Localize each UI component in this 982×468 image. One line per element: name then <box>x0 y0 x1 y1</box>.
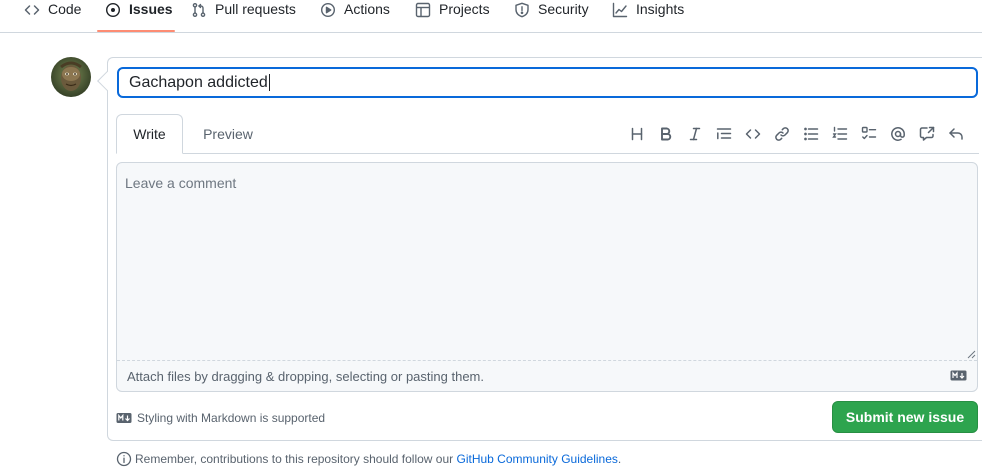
ordered-list-icon[interactable] <box>829 123 851 145</box>
code-icon[interactable] <box>742 123 764 145</box>
link-icon[interactable] <box>771 123 793 145</box>
nav-tab-label: Pull requests <box>215 1 296 17</box>
play-icon <box>320 2 336 18</box>
comment-textarea[interactable]: Leave a comment Attach files by dragging… <box>116 162 978 392</box>
italic-icon[interactable] <box>684 123 706 145</box>
heading-icon[interactable] <box>626 123 648 145</box>
resize-handle-icon[interactable] <box>966 349 976 359</box>
nav-tab-code[interactable]: Code <box>24 0 81 32</box>
issue-opened-icon <box>105 2 121 18</box>
code-icon <box>24 2 40 18</box>
avatar[interactable] <box>51 57 91 97</box>
markdown-toolbar <box>626 123 974 145</box>
nav-tab-label: Actions <box>344 1 390 17</box>
quote-icon[interactable] <box>713 123 735 145</box>
markdown-supported-note[interactable]: Styling with Markdown is supported <box>116 410 325 426</box>
info-icon <box>116 451 132 467</box>
nav-tab-pull-requests[interactable]: Pull requests <box>191 0 296 32</box>
nav-tab-label: Projects <box>439 1 490 17</box>
nav-tab-label: Insights <box>636 1 685 17</box>
unordered-list-icon[interactable] <box>800 123 822 145</box>
community-guidelines-link[interactable]: GitHub Community Guidelines <box>457 452 618 466</box>
table-icon <box>415 2 431 18</box>
graph-icon <box>612 2 628 18</box>
community-guideline-note: Remember, contributions to this reposito… <box>116 451 621 467</box>
markdown-icon <box>116 413 132 423</box>
guideline-text: Remember, contributions to this reposito… <box>135 452 454 466</box>
markdown-icon <box>950 370 967 381</box>
nav-tab-label: Code <box>48 1 82 17</box>
cross-reference-icon[interactable] <box>916 123 938 145</box>
selected-tab-underline <box>97 30 175 32</box>
nav-tab-insights[interactable]: Insights <box>612 0 684 32</box>
attach-hint: Attach files by dragging & dropping, sel… <box>127 368 484 384</box>
issue-title-value: Gachapon addicted <box>129 73 268 91</box>
tab-write[interactable]: Write <box>116 114 183 154</box>
text-caret <box>268 74 270 91</box>
nav-tab-projects[interactable]: Projects <box>415 0 490 32</box>
comment-placeholder: Leave a comment <box>125 175 237 191</box>
reply-icon[interactable] <box>945 123 967 145</box>
nav-tab-actions[interactable]: Actions <box>320 0 390 32</box>
guideline-end: . <box>617 452 622 466</box>
submit-new-issue-button[interactable]: Submit new issue <box>832 401 978 433</box>
shield-icon <box>514 2 530 18</box>
issue-title-input[interactable]: Gachapon addicted <box>117 67 978 98</box>
markdown-note-text: Styling with Markdown is supported <box>137 411 326 425</box>
nav-tab-label: Issues <box>129 1 173 17</box>
mention-icon[interactable] <box>887 123 909 145</box>
nav-tab-issues[interactable]: Issues <box>105 0 173 32</box>
git-pull-request-icon <box>191 2 207 18</box>
file-attachment-bar[interactable]: Attach files by dragging & dropping, sel… <box>117 360 977 391</box>
bold-icon[interactable] <box>655 123 677 145</box>
nav-tab-label: Security <box>538 1 589 17</box>
repo-nav: Code Issues Pull requests Actions Projec… <box>0 0 982 33</box>
tasklist-icon[interactable] <box>858 123 880 145</box>
tab-preview[interactable]: Preview <box>186 114 270 154</box>
nav-tab-security[interactable]: Security <box>514 0 589 32</box>
